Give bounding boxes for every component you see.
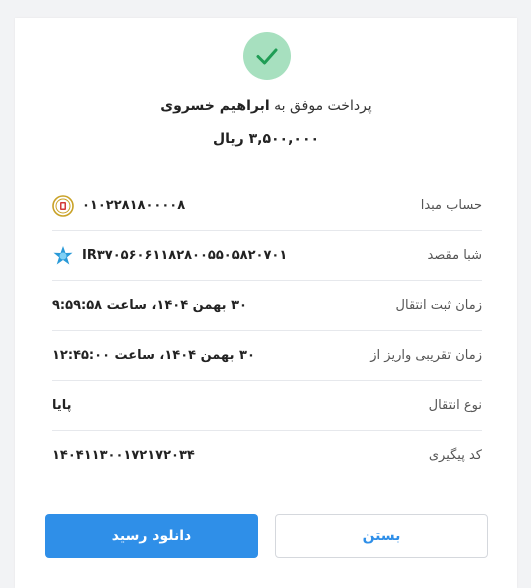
row-tracking-code: ۱۴۰۴۱۱۳۰۰۱۷۲۱۷۲۰۳۴ کد پیگیری (52, 431, 482, 480)
melli-bank-logo-icon (52, 194, 74, 217)
transfer-type-label: نوع انتقال (428, 398, 482, 413)
row-transfer-time: ۳۰ بهمن ۱۴۰۴، ساعت ۹:۵۹:۵۸ زمان ثبت انتق… (52, 281, 482, 331)
tracking-code-label: کد پیگیری (428, 448, 482, 463)
row-source-account: ۰۱۰۲۲۸۱۸۰۰۰۰۸ حساب مبدا (52, 181, 482, 231)
source-account-value: ۰۱۰۲۲۸۱۸۰۰۰۰۸ (82, 198, 186, 213)
recipient-name: ابراهیم خسروی (160, 98, 270, 114)
title-prefix: پرداخت موفق به (274, 98, 372, 114)
deposit-time-label: زمان تقریبی واریز از (370, 348, 482, 363)
transfer-type-value: پایا (52, 398, 72, 413)
receipt-details: ۰۱۰۲۲۸۱۸۰۰۰۰۸ حساب مبدا IR۳۷۰۵۶۰۶۱۱۸۲۸۰۰… (52, 181, 482, 480)
source-account-value-wrap: ۰۱۰۲۲۸۱۸۰۰۰۰۸ (52, 194, 186, 217)
row-transfer-type: پایا نوع انتقال (52, 381, 482, 431)
deposit-time-value: ۳۰ بهمن ۱۴۰۴، ساعت ۱۲:۴۵:۰۰ (52, 348, 255, 363)
destination-iban-value-wrap: IR۳۷۰۵۶۰۶۱۱۸۲۸۰۰۵۵۰۵۸۲۰۷۰۱ (52, 245, 287, 267)
tracking-code-value: ۱۴۰۴۱۱۳۰۰۱۷۲۱۷۲۰۳۴ (52, 448, 195, 463)
download-receipt-button[interactable]: دانلود رسید (45, 514, 258, 558)
destination-iban-label: شبا مقصد (427, 248, 482, 263)
source-account-label: حساب مبدا (420, 198, 482, 213)
destination-iban-value: IR۳۷۰۵۶۰۶۱۱۸۲۸۰۰۵۵۰۵۸۲۰۷۰۱ (82, 248, 288, 263)
transfer-time-label: زمان ثبت انتقال (395, 298, 482, 313)
receipt-card: پرداخت موفق به ابراهیم خسروی ۳,۵۰۰,۰۰۰ ر… (15, 18, 517, 588)
close-button[interactable]: بستن (275, 514, 488, 558)
payment-amount: ۳,۵۰۰,۰۰۰ ریال (212, 131, 320, 147)
row-destination-iban: IR۳۷۰۵۶۰۶۱۱۸۲۸۰۰۵۵۰۵۸۲۰۷۰۱ شبا مقصد (52, 231, 482, 281)
saman-bank-logo-icon (52, 245, 74, 267)
transfer-time-value: ۳۰ بهمن ۱۴۰۴، ساعت ۹:۵۹:۵۸ (52, 298, 247, 313)
payment-success-title: پرداخت موفق به ابراهیم خسروی (15, 98, 517, 114)
success-check-icon (243, 32, 291, 80)
row-deposit-time: ۳۰ بهمن ۱۴۰۴، ساعت ۱۲:۴۵:۰۰ زمان تقریبی … (52, 331, 482, 381)
